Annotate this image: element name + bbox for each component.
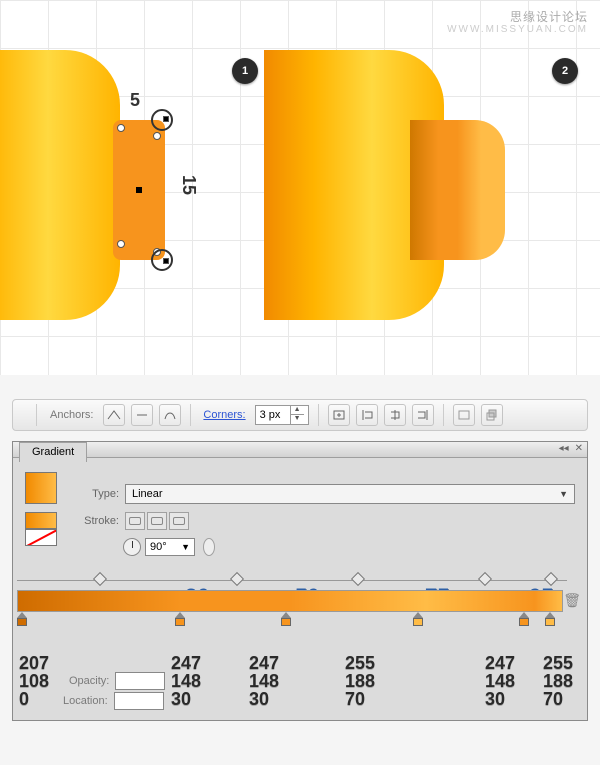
selected-rect[interactable] [113, 120, 165, 260]
align-left-icon[interactable] [356, 404, 378, 426]
midpoint-diamond[interactable] [230, 572, 244, 586]
angle-dial[interactable] [123, 538, 141, 556]
stroke-none-icon[interactable] [25, 529, 57, 546]
opacity-input[interactable] [115, 672, 165, 690]
transform-icon[interactable] [453, 404, 475, 426]
remove-anchor-icon[interactable] [131, 404, 153, 426]
midpoint-diamond[interactable] [477, 572, 491, 586]
separator [190, 404, 191, 426]
angle-input[interactable]: 90°▼ [145, 538, 195, 556]
watermark: 思缘设计论坛 [510, 8, 588, 25]
reverse-gradient-icon[interactable] [203, 538, 215, 556]
gradient-swatch-fill[interactable] [25, 472, 57, 504]
stop-rgb-b: 0 [19, 690, 49, 708]
align-right-icon[interactable] [412, 404, 434, 426]
live-corner-handle[interactable] [151, 249, 173, 271]
gradient-tab[interactable]: Gradient [19, 442, 87, 462]
stroke-align-group [125, 512, 189, 530]
anchor-point[interactable] [117, 240, 125, 248]
gradient-type-select[interactable]: Linear ▼ [125, 484, 575, 504]
stroke-align-option[interactable] [169, 512, 189, 530]
color-stop[interactable] [413, 612, 423, 626]
gradient-swatch-stroke[interactable] [25, 512, 57, 529]
midpoint-diamond[interactable] [351, 572, 365, 586]
color-stop[interactable] [175, 612, 185, 626]
dimension-width: 5 [130, 90, 140, 111]
center-point[interactable] [136, 187, 142, 193]
opacity-label: Opacity: [69, 675, 109, 687]
bump-shape[interactable] [410, 120, 505, 260]
corner-radius-input[interactable]: ▲▼ [255, 405, 309, 425]
color-stop[interactable] [545, 612, 555, 626]
color-stop[interactable] [281, 612, 291, 626]
color-stop[interactable] [17, 612, 27, 626]
gradient-panel: ◂◂ ✕ Gradient Type: Linear ▼ Stroke: [12, 441, 588, 721]
stroke-align-option[interactable] [125, 512, 145, 530]
stop-rgb-g: 108 [19, 672, 49, 690]
gradient-ramp[interactable] [17, 590, 563, 612]
chevron-down-icon: ▼ [559, 489, 568, 499]
separator [36, 404, 37, 426]
midpoint-diamond[interactable] [92, 572, 106, 586]
corners-link[interactable]: Corners: [203, 409, 245, 421]
corner-radius-field[interactable] [256, 409, 290, 421]
stroke-align-option[interactable] [147, 512, 167, 530]
separator [443, 404, 444, 426]
arrange-icon[interactable] [481, 404, 503, 426]
location-label: Location: [63, 695, 108, 707]
stop-rgb-r: 207 [19, 654, 49, 672]
step-badge-1: 1 [232, 58, 258, 84]
panel-close-icon[interactable]: ✕ [575, 443, 583, 454]
convert-anchor-icon[interactable] [103, 404, 125, 426]
gradient-type-value: Linear [132, 488, 163, 500]
panel-collapse-icon[interactable]: ◂◂ [559, 443, 569, 454]
anchor-point[interactable] [117, 124, 125, 132]
type-label: Type: [71, 488, 119, 500]
stroke-label: Stroke: [71, 515, 119, 527]
panel-header[interactable]: ◂◂ ✕ [13, 442, 587, 458]
cut-path-icon[interactable] [159, 404, 181, 426]
base-shape-step1[interactable] [0, 50, 120, 320]
trash-icon[interactable]: 🗑 [563, 592, 581, 609]
canvas-area: 思缘设计论坛 WWW.MISSYUAN.COM 5 15 1 2 [0, 0, 600, 375]
align-center-icon[interactable] [384, 404, 406, 426]
step-badge-2: 2 [552, 58, 578, 84]
isolate-icon[interactable] [328, 404, 350, 426]
watermark-url: WWW.MISSYUAN.COM [447, 24, 588, 35]
live-corner-handle[interactable] [151, 109, 173, 131]
anchors-label: Anchors: [50, 409, 93, 421]
location-input[interactable] [114, 692, 164, 710]
anchor-point[interactable] [153, 132, 161, 140]
dimension-height: 15 [178, 175, 199, 195]
separator [318, 404, 319, 426]
control-toolbar: No S... Anchors: Corners: ▲▼ [12, 399, 588, 431]
color-stop[interactable] [519, 612, 529, 626]
corner-stepper[interactable]: ▲▼ [290, 406, 304, 424]
